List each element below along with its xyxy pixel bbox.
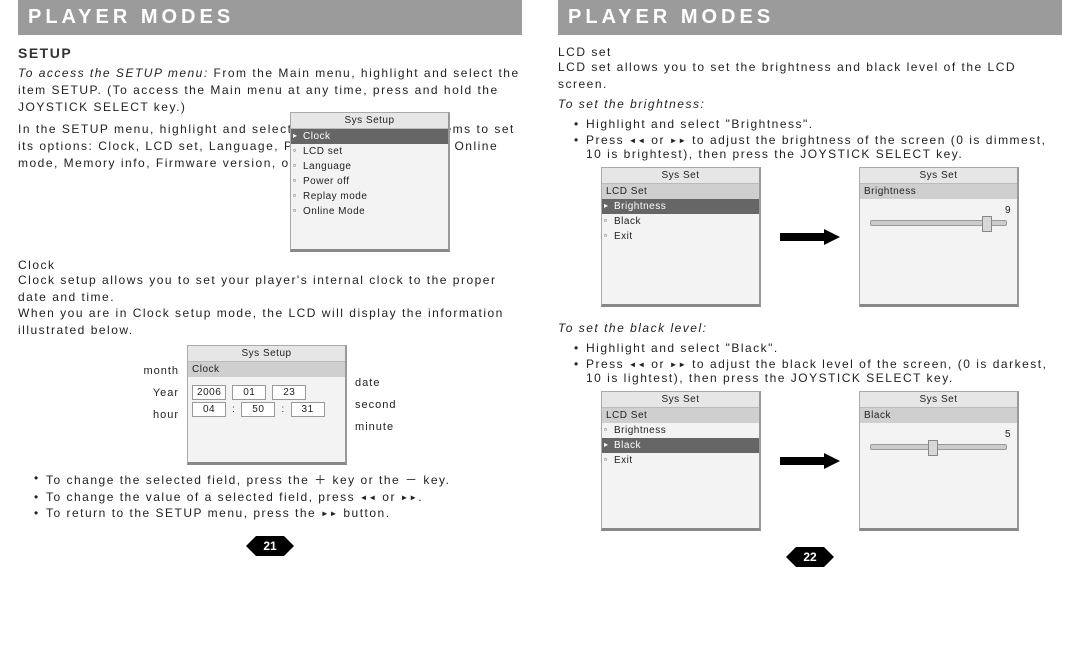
clock-heading: Clock <box>18 258 522 272</box>
clock-sec: 31 <box>291 402 325 417</box>
b-bullet-1: Highlight and select "Brightness". <box>574 117 1062 131</box>
page-21: PLAYER MODES SETUP To access the SETUP m… <box>0 0 540 585</box>
next-icon: ▸▸ <box>670 357 687 371</box>
prev-icon: ◂◂ <box>629 357 646 371</box>
arrow-icon <box>765 229 855 245</box>
bullet-change-field: To change the selected field, press the … <box>34 471 522 488</box>
bullet-change-value: To change the value of a selected field,… <box>34 490 522 504</box>
label-hour: hour <box>153 409 179 421</box>
next-icon: ▸▸ <box>401 490 418 504</box>
lcd-black: Sys Set Black 5 <box>859 391 1019 531</box>
lcd-brightness: Sys Set Brightness 9 <box>859 167 1019 307</box>
next-icon: ▸▸ <box>670 133 687 147</box>
setup-intro: To access the SETUP menu: From the Main … <box>18 65 522 115</box>
brightness-em: To set the brightness: <box>558 97 1062 111</box>
prev-icon: ◂◂ <box>360 490 377 504</box>
item-brightness: Brightness <box>602 199 759 214</box>
label-minute: minute <box>355 421 394 433</box>
clock-hour: 04 <box>192 402 226 417</box>
lcd-title-sysset4: Sys Set <box>860 392 1017 408</box>
clock-min: 50 <box>241 402 275 417</box>
black-em: To set the black level: <box>558 321 1062 335</box>
spread: PLAYER MODES SETUP To access the SETUP m… <box>0 0 1080 585</box>
lcd-lcdset-2: Sys Set LCD Set Brightness Black Exit <box>601 391 761 531</box>
black-slider <box>870 444 1007 450</box>
bl-bullet-2: Press ◂◂ or ▸▸ to adjust the black level… <box>574 357 1062 385</box>
page-number-21: 21 <box>256 536 284 556</box>
arrow-icon <box>765 453 855 469</box>
menu-item-replay: Replay mode <box>291 189 448 204</box>
slider-thumb <box>928 440 938 456</box>
lcdset-para: LCD set allows you to set the brightness… <box>558 59 1062 93</box>
bullet-return: To return to the SETUP menu, press the ▸… <box>34 506 522 520</box>
lcd-clock: Sys Setup Clock 2006 01 23 04 : 50 : 31 <box>187 345 347 465</box>
menu-item-poweroff: Power off <box>291 174 448 189</box>
page-22: PLAYER MODES LCD set LCD set allows you … <box>540 0 1080 585</box>
clock-month: 01 <box>232 385 266 400</box>
label-second: second <box>355 399 396 411</box>
lcd-title-sysset2: Sys Set <box>860 168 1017 184</box>
clock-para1: Clock setup allows you to set your playe… <box>18 272 522 306</box>
lcd-clock-title: Sys Setup <box>188 346 345 362</box>
lcd-clock-sub: Clock <box>188 362 345 377</box>
clock-bullets: To change the selected field, press the … <box>18 471 522 520</box>
black-bullets: Highlight and select "Black". Press ◂◂ o… <box>558 341 1062 385</box>
clock-year: 2006 <box>192 385 226 400</box>
item-brightness2: Brightness <box>602 423 759 438</box>
menu-item-clock: Clock <box>291 129 448 144</box>
lcd-title-sysset: Sys Set <box>602 168 759 184</box>
lcdset-heading: LCD set <box>558 45 1062 59</box>
menu-item-language: Language <box>291 159 448 174</box>
b-bullet-2: Press ◂◂ or ▸▸ to adjust the brightness … <box>574 133 1062 161</box>
black-value: 5 <box>866 429 1011 440</box>
brightness-bullets: Highlight and select "Brightness". Press… <box>558 117 1062 161</box>
clock-para2: When you are in Clock setup mode, the LC… <box>18 305 522 339</box>
lcd-lcdset-1: Sys Set LCD Set Brightness Black Exit <box>601 167 761 307</box>
ff-icon: ▸▸ <box>321 506 338 520</box>
prev-icon: ◂◂ <box>629 133 646 147</box>
lcd-sub-black: Black <box>860 408 1017 423</box>
header-right: PLAYER MODES <box>558 0 1062 35</box>
menu-item-lcdset: LCD set <box>291 144 448 159</box>
minus-icon: － <box>405 473 419 487</box>
brightness-slider <box>870 220 1007 226</box>
page-number-22: 22 <box>796 547 824 567</box>
item-black2: Black <box>602 438 759 453</box>
label-date: date <box>355 377 380 389</box>
lcd-title: Sys Setup <box>291 113 448 129</box>
header-left: PLAYER MODES <box>18 0 522 35</box>
item-exit: Exit <box>602 229 759 244</box>
slider-thumb <box>982 216 992 232</box>
label-month: month <box>143 365 179 377</box>
bl-bullet-1: Highlight and select "Black". <box>574 341 1062 355</box>
brightness-value: 9 <box>866 205 1011 216</box>
item-exit2: Exit <box>602 453 759 468</box>
item-black: Black <box>602 214 759 229</box>
lcd-title-sysset3: Sys Set <box>602 392 759 408</box>
menu-item-online: Online Mode <box>291 204 448 219</box>
lcd-sys-setup: Sys Setup Clock LCD set Language Power o… <box>290 112 450 252</box>
lcd-sub-lcdset: LCD Set <box>602 184 759 199</box>
lcd-sub-lcdset2: LCD Set <box>602 408 759 423</box>
setup-intro-em: To access the SETUP menu: <box>18 66 209 80</box>
clock-date: 23 <box>272 385 306 400</box>
plus-icon: ＋ <box>314 473 328 487</box>
lcd-sub-brightness: Brightness <box>860 184 1017 199</box>
setup-heading: SETUP <box>18 45 522 61</box>
label-year: Year <box>153 387 179 399</box>
